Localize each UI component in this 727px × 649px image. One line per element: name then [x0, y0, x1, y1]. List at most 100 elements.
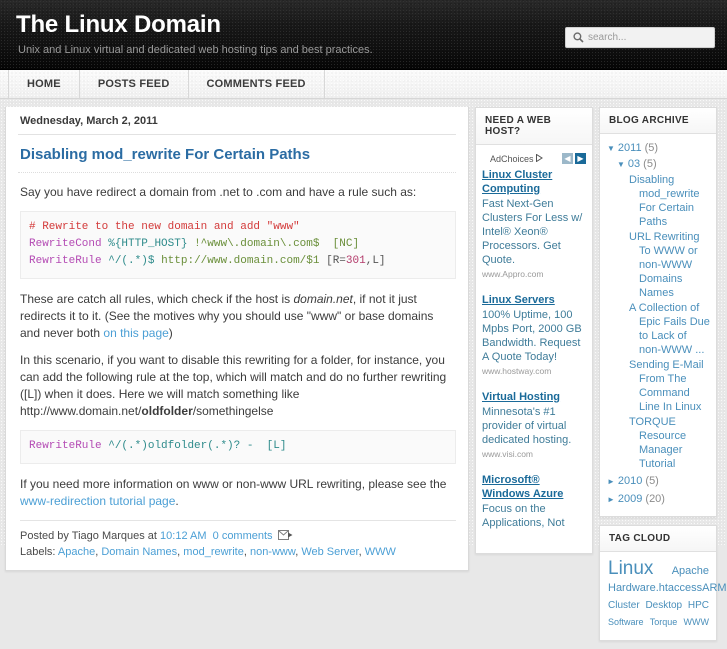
ad-carousel-arrows: ◀ ▶	[562, 153, 586, 164]
ad-url: www.visi.com	[482, 449, 534, 459]
tag-cloud-widget: TAG CLOUD Linux Apache Hardware .htacces…	[599, 525, 727, 641]
ads-widget-body: AdChoices ◀ ▶ Linux Cluster Computing Fa…	[476, 145, 592, 553]
ad-url: www.hostway.com	[482, 366, 552, 376]
post-body: Say you have redirect a domain from .net…	[18, 173, 456, 510]
tag-cloud-heading: TAG CLOUD	[600, 526, 716, 552]
ad-item: Linux Servers 100% Uptime, 100 Mpbs Port…	[482, 293, 586, 376]
ad-prev-arrow-icon[interactable]: ◀	[562, 153, 573, 164]
ad-title-linux-servers[interactable]: Linux Servers	[482, 293, 586, 307]
link-www-redirection-tutorial[interactable]: www-redirection tutorial page	[20, 494, 175, 508]
label-apache[interactable]: Apache	[58, 546, 95, 558]
tag-desktop[interactable]: Desktop	[645, 597, 682, 614]
ad-item: Microsoft® Windows Azure Focus on the Ap…	[482, 473, 586, 530]
adchoices-label: AdChoices	[490, 153, 534, 164]
archive-year-2010[interactable]: ► 2010 (5)	[607, 474, 710, 489]
code2-pattern: ^/(.*)oldfolder(.*)? - [L]	[108, 440, 287, 452]
blog-archive-heading: BLOG ARCHIVE	[600, 108, 716, 134]
ad-title-virtual-hosting[interactable]: Virtual Hosting	[482, 390, 586, 404]
comments-link[interactable]: 0 comments	[213, 530, 273, 542]
code-comment-line: # Rewrite to the new domain and add "www…	[29, 221, 300, 233]
p4-text-a: If you need more information on www or n…	[20, 477, 447, 491]
code-variable-http-host: %{HTTP_HOST}	[108, 238, 188, 250]
tag-www[interactable]: WWW	[684, 614, 709, 631]
archive-year-2009[interactable]: ► 2009 (20)	[607, 492, 710, 507]
code-block-1: # Rewrite to the new domain and add "www…	[20, 211, 456, 279]
tag-arm[interactable]: ARM	[702, 580, 726, 597]
archive-year-label[interactable]: 2009	[618, 492, 642, 507]
ad-next-arrow-icon[interactable]: ▶	[575, 153, 586, 164]
chevron-down-icon[interactable]: ▼	[607, 141, 615, 156]
tag-hpc[interactable]: HPC	[688, 597, 709, 614]
nav-item-comments-feed[interactable]: COMMENTS FEED	[189, 70, 325, 98]
label-domain-names[interactable]: Domain Names	[101, 546, 177, 558]
p2-text-a: These are catch all rules, which check i…	[20, 292, 294, 306]
chevron-right-icon[interactable]: ►	[607, 474, 615, 489]
chevron-right-icon[interactable]: ►	[607, 492, 615, 507]
archive-month-03[interactable]: ▼ 03 (5)	[617, 157, 710, 172]
ad-title-microsoft-windows-azure[interactable]: Microsoft® Windows Azure	[482, 473, 586, 501]
label-non-www[interactable]: non-www	[250, 546, 295, 558]
ad-text: Focus on the Applications, Not	[482, 503, 565, 529]
tag-software[interactable]: Software	[608, 614, 644, 631]
code2-keyword: RewriteRule	[29, 440, 102, 452]
p2-text-c: )	[168, 326, 173, 340]
archive-year-count: (20)	[645, 493, 665, 505]
p2-emphasis: domain.net	[293, 292, 353, 306]
blog-archive-widget: BLOG ARCHIVE ▼ 2011 (5) ▼ 03 (5) Disabli…	[599, 107, 717, 517]
tag-torque[interactable]: Torque	[650, 614, 678, 631]
tag-cluster[interactable]: Cluster	[608, 597, 640, 614]
ad-title-linux-cluster-computing[interactable]: Linux Cluster Computing	[482, 168, 586, 196]
email-post-icon[interactable]	[277, 529, 293, 540]
tag-htaccess[interactable]: .htaccess	[656, 580, 702, 597]
search-input[interactable]	[586, 32, 706, 43]
chevron-down-icon[interactable]: ▼	[617, 157, 625, 172]
archive-month-label[interactable]: 03	[628, 157, 640, 172]
code-status-code: 301	[345, 255, 366, 267]
tag-apache[interactable]: Apache	[672, 563, 709, 580]
archive-post-link[interactable]: Sending E-Mail From The Command Line In …	[629, 358, 710, 414]
archive-post-link[interactable]: Disabling mod_rewrite For Certain Paths	[629, 173, 710, 229]
search-icon	[570, 30, 586, 46]
adchoices-triangle-icon	[535, 153, 543, 164]
ad-text: Minnesota's #1 provider of virtual dedic…	[482, 406, 572, 446]
label-mod-rewrite[interactable]: mod_rewrite	[183, 546, 244, 558]
tag-row: Software Torque WWW	[608, 614, 709, 631]
nav-item-posts-feed[interactable]: POSTS FEED	[80, 70, 189, 98]
post-title[interactable]: Disabling mod_rewrite For Certain Paths	[18, 135, 456, 173]
archive-post-link[interactable]: URL Rewriting To WWW or non-WWW Domains …	[629, 230, 710, 300]
post-date: Wednesday, March 2, 2011	[18, 107, 456, 135]
site-title: The Linux Domain	[16, 11, 221, 38]
code-target-url: http://www.domain.com/$1	[161, 255, 320, 267]
archive-year-2011[interactable]: ▼ 2011 (5)	[607, 141, 710, 156]
archive-year-label[interactable]: 2011	[618, 141, 642, 156]
label-web-server[interactable]: Web Server	[301, 546, 358, 558]
adchoices-label-wrap[interactable]: AdChoices	[490, 153, 543, 164]
archive-month-count: (5)	[643, 158, 657, 170]
code-pattern-line2: !^www\.domain\.com$ [NC]	[194, 238, 360, 250]
code-block-2: RewriteRule ^/(.*)oldfolder(.*)? - [L]	[20, 430, 456, 464]
code-flags-close: ,L]	[365, 255, 386, 267]
ads-widget: NEED A WEB HOST? AdChoices ◀ ▶ Linux Clu…	[475, 107, 593, 554]
post-paragraph-1: Say you have redirect a domain from .net…	[20, 185, 417, 199]
archive-post-link[interactable]: TORQUE Resource Manager Tutorial	[629, 415, 710, 471]
archive-post-link[interactable]: A Collection of Epic Fails Due to Lack o…	[629, 301, 710, 357]
label-www[interactable]: WWW	[365, 546, 396, 558]
archive-year-count: (5)	[644, 142, 659, 154]
blog-post: Wednesday, March 2, 2011 Disabling mod_r…	[5, 107, 469, 571]
code-flags-open: [R=	[326, 255, 346, 267]
link-on-this-page[interactable]: on this page	[103, 326, 168, 340]
search-box[interactable]	[565, 27, 715, 48]
labels-prefix: Labels:	[20, 546, 58, 558]
ad-url: www.Appro.com	[482, 269, 544, 279]
tag-row: Linux Apache	[608, 559, 709, 580]
nav-item-home[interactable]: HOME	[8, 70, 80, 98]
post-meta: Posted by Tiago Marques at 10:12 AM 0 co…	[20, 528, 456, 544]
ads-column: NEED A WEB HOST? AdChoices ◀ ▶ Linux Clu…	[475, 107, 593, 562]
main-column: Wednesday, March 2, 2011 Disabling mod_r…	[5, 107, 469, 571]
tag-linux[interactable]: Linux	[608, 559, 653, 578]
archive-year-label[interactable]: 2010	[618, 474, 642, 489]
tag-hardware[interactable]: Hardware	[608, 580, 656, 597]
tag-row: Cluster Desktop HPC	[608, 597, 709, 614]
post-timestamp[interactable]: 10:12 AM	[160, 530, 206, 542]
code-keyword-rewriterule: RewriteRule	[29, 255, 102, 267]
